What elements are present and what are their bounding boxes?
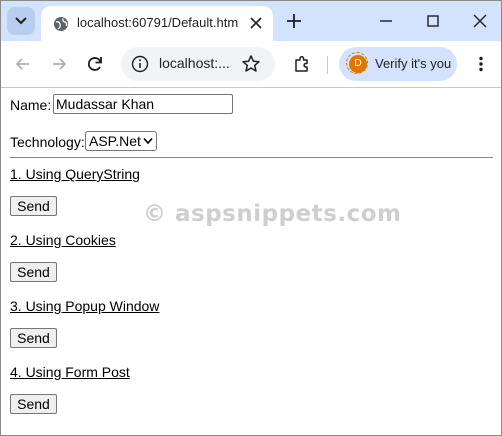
link-popup-window[interactable]: 3. Using Popup Window <box>10 298 159 314</box>
link-cookies[interactable]: 2. Using Cookies <box>10 232 116 248</box>
name-input[interactable] <box>53 94 233 114</box>
technology-row: Technology: ASP.Net <box>10 131 157 151</box>
horizontal-rule <box>10 157 493 158</box>
name-label: Name: <box>10 97 52 113</box>
send-button-cookies[interactable]: Send <box>10 262 57 282</box>
browser-toolbar: localhost:... D Verify it's you <box>1 41 501 88</box>
tab-strip: localhost:60791/Default.htm <box>1 1 501 41</box>
forward-arrow-icon[interactable] <box>49 54 69 74</box>
address-text: localhost:... <box>159 55 230 71</box>
address-bar[interactable]: localhost:... <box>121 47 275 81</box>
reload-icon[interactable] <box>85 54 105 74</box>
technology-label: Technology: <box>10 134 85 150</box>
watermark: © aspsnippets.com <box>143 201 402 227</box>
link-form-post[interactable]: 4. Using Form Post <box>10 364 130 380</box>
send-button-popup[interactable]: Send <box>10 328 57 348</box>
more-menu-icon[interactable] <box>471 54 491 74</box>
back-arrow-icon[interactable] <box>13 54 33 74</box>
site-info-icon[interactable] <box>131 55 149 73</box>
technology-selected: ASP.Net <box>89 133 141 149</box>
send-button-querystring[interactable]: Send <box>10 196 57 216</box>
tab-search-button[interactable] <box>7 7 35 35</box>
window-close-icon[interactable] <box>470 11 490 31</box>
technology-select[interactable]: ASP.Net <box>85 131 157 151</box>
browser-window: localhost:60791/Default.htm localhost:..… <box>0 0 502 436</box>
close-icon[interactable] <box>249 16 263 30</box>
globe-icon <box>54 17 68 31</box>
name-row: Name: <box>10 94 233 114</box>
tab-title: localhost:60791/Default.htm <box>77 15 239 30</box>
send-button-form-post[interactable]: Send <box>10 394 57 414</box>
bookmark-star-icon[interactable] <box>241 54 261 74</box>
active-tab[interactable]: localhost:60791/Default.htm <box>41 6 273 41</box>
new-tab-icon[interactable] <box>284 11 304 31</box>
maximize-icon[interactable] <box>423 11 443 31</box>
link-querystring[interactable]: 1. Using QueryString <box>10 166 140 182</box>
page-content: Name: Technology: ASP.Net © aspsnippets.… <box>1 88 501 435</box>
verify-label: Verify it's you <box>375 56 452 71</box>
chevron-down-icon <box>15 17 27 25</box>
minimize-icon[interactable] <box>376 11 396 31</box>
verify-profile-button[interactable]: D Verify it's you <box>339 47 457 81</box>
chevron-down-icon <box>143 137 153 145</box>
toolbar-divider <box>327 56 328 74</box>
extensions-puzzle-icon[interactable] <box>292 54 312 74</box>
avatar: D <box>349 55 367 73</box>
